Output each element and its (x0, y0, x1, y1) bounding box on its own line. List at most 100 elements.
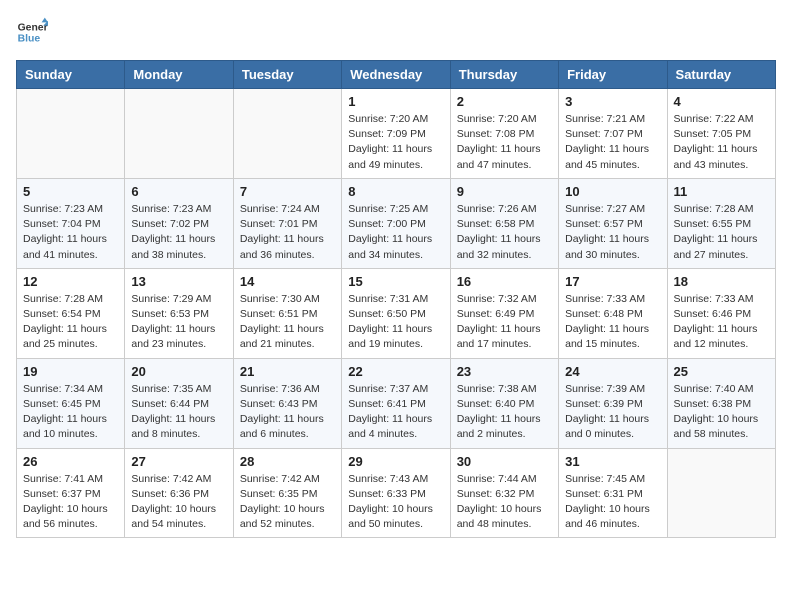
day-info: Sunrise: 7:42 AM Sunset: 6:36 PM Dayligh… (131, 472, 226, 533)
weekday-header-friday: Friday (559, 61, 667, 89)
day-number: 2 (457, 94, 552, 109)
page-header: General Blue (16, 16, 776, 48)
day-number: 22 (348, 364, 443, 379)
day-info: Sunrise: 7:32 AM Sunset: 6:49 PM Dayligh… (457, 292, 552, 353)
day-number: 11 (674, 184, 769, 199)
day-number: 21 (240, 364, 335, 379)
day-number: 20 (131, 364, 226, 379)
day-info: Sunrise: 7:22 AM Sunset: 7:05 PM Dayligh… (674, 112, 769, 173)
calendar-cell: 13 Sunrise: 7:29 AM Sunset: 6:53 PM Dayli… (125, 268, 233, 358)
day-number: 26 (23, 454, 118, 469)
calendar-cell: 12 Sunrise: 7:28 AM Sunset: 6:54 PM Dayli… (17, 268, 125, 358)
calendar-week-row: 19Sunrise: 7:34 AM Sunset: 6:45 PM Dayli… (17, 358, 776, 448)
calendar-cell: 15Sunrise: 7:31 AM Sunset: 6:50 PM Dayli… (342, 268, 450, 358)
calendar-cell: 23 Sunrise: 7:38 AM Sunset: 6:40 PM Dayli… (450, 358, 558, 448)
day-number: 30 (457, 454, 552, 469)
weekday-header-thursday: Thursday (450, 61, 558, 89)
day-info: Sunrise: 7:35 AM Sunset: 6:44 PM Dayligh… (131, 382, 226, 443)
weekday-header-sunday: Sunday (17, 61, 125, 89)
day-info: Sunrise: 7:37 AM Sunset: 6:41 PM Dayligh… (348, 382, 443, 443)
calendar-cell (17, 89, 125, 179)
weekday-header-wednesday: Wednesday (342, 61, 450, 89)
day-info: Sunrise: 7:30 AM Sunset: 6:51 PM Dayligh… (240, 292, 335, 353)
calendar-cell: 2 Sunrise: 7:20 AM Sunset: 7:08 PM Daylig… (450, 89, 558, 179)
day-info: Sunrise: 7:20 AM Sunset: 7:08 PM Dayligh… (457, 112, 552, 173)
weekday-header-monday: Monday (125, 61, 233, 89)
day-info: Sunrise: 7:43 AM Sunset: 6:33 PM Dayligh… (348, 472, 443, 533)
logo: General Blue (16, 16, 48, 48)
calendar-cell: 10 Sunrise: 7:27 AM Sunset: 6:57 PM Dayli… (559, 178, 667, 268)
day-info: Sunrise: 7:33 AM Sunset: 6:46 PM Dayligh… (674, 292, 769, 353)
calendar-week-row: 5 Sunrise: 7:23 AM Sunset: 7:04 PM Daylig… (17, 178, 776, 268)
calendar-cell: 3 Sunrise: 7:21 AM Sunset: 7:07 PM Daylig… (559, 89, 667, 179)
calendar-week-row: 26Sunrise: 7:41 AM Sunset: 6:37 PM Dayli… (17, 448, 776, 538)
calendar-cell: 25Sunrise: 7:40 AM Sunset: 6:38 PM Dayli… (667, 358, 775, 448)
day-number: 3 (565, 94, 660, 109)
calendar-cell: 18 Sunrise: 7:33 AM Sunset: 6:46 PM Dayli… (667, 268, 775, 358)
day-number: 12 (23, 274, 118, 289)
calendar-week-row: 1 Sunrise: 7:20 AM Sunset: 7:09 PM Daylig… (17, 89, 776, 179)
calendar-cell: 20 Sunrise: 7:35 AM Sunset: 6:44 PM Dayli… (125, 358, 233, 448)
day-info: Sunrise: 7:27 AM Sunset: 6:57 PM Dayligh… (565, 202, 660, 263)
day-info: Sunrise: 7:23 AM Sunset: 7:02 PM Dayligh… (131, 202, 226, 263)
day-info: Sunrise: 7:34 AM Sunset: 6:45 PM Dayligh… (23, 382, 118, 443)
calendar-cell: 29 Sunrise: 7:43 AM Sunset: 6:33 PM Dayli… (342, 448, 450, 538)
calendar-cell: 28 Sunrise: 7:42 AM Sunset: 6:35 PM Dayli… (233, 448, 341, 538)
day-info: Sunrise: 7:36 AM Sunset: 6:43 PM Dayligh… (240, 382, 335, 443)
calendar-cell: 1 Sunrise: 7:20 AM Sunset: 7:09 PM Daylig… (342, 89, 450, 179)
day-info: Sunrise: 7:42 AM Sunset: 6:35 PM Dayligh… (240, 472, 335, 533)
calendar-cell (667, 448, 775, 538)
day-number: 5 (23, 184, 118, 199)
day-number: 16 (457, 274, 552, 289)
weekday-header-tuesday: Tuesday (233, 61, 341, 89)
day-number: 23 (457, 364, 552, 379)
day-info: Sunrise: 7:28 AM Sunset: 6:55 PM Dayligh… (674, 202, 769, 263)
calendar-cell: 31Sunrise: 7:45 AM Sunset: 6:31 PM Dayli… (559, 448, 667, 538)
day-number: 28 (240, 454, 335, 469)
day-info: Sunrise: 7:23 AM Sunset: 7:04 PM Dayligh… (23, 202, 118, 263)
day-info: Sunrise: 7:38 AM Sunset: 6:40 PM Dayligh… (457, 382, 552, 443)
calendar-cell: 17Sunrise: 7:33 AM Sunset: 6:48 PM Dayli… (559, 268, 667, 358)
day-number: 13 (131, 274, 226, 289)
calendar-cell: 19Sunrise: 7:34 AM Sunset: 6:45 PM Dayli… (17, 358, 125, 448)
calendar-table: SundayMondayTuesdayWednesdayThursdayFrid… (16, 60, 776, 538)
weekday-header-row: SundayMondayTuesdayWednesdayThursdayFrid… (17, 61, 776, 89)
calendar-cell: 4Sunrise: 7:22 AM Sunset: 7:05 PM Daylig… (667, 89, 775, 179)
calendar-cell: 9 Sunrise: 7:26 AM Sunset: 6:58 PM Daylig… (450, 178, 558, 268)
calendar-cell: 30 Sunrise: 7:44 AM Sunset: 6:32 PM Dayli… (450, 448, 558, 538)
svg-text:General: General (18, 22, 48, 33)
calendar-cell: 6 Sunrise: 7:23 AM Sunset: 7:02 PM Daylig… (125, 178, 233, 268)
day-number: 18 (674, 274, 769, 289)
calendar-cell: 11 Sunrise: 7:28 AM Sunset: 6:55 PM Dayli… (667, 178, 775, 268)
calendar-cell: 27Sunrise: 7:42 AM Sunset: 6:36 PM Dayli… (125, 448, 233, 538)
day-info: Sunrise: 7:44 AM Sunset: 6:32 PM Dayligh… (457, 472, 552, 533)
day-info: Sunrise: 7:33 AM Sunset: 6:48 PM Dayligh… (565, 292, 660, 353)
day-info: Sunrise: 7:26 AM Sunset: 6:58 PM Dayligh… (457, 202, 552, 263)
day-number: 6 (131, 184, 226, 199)
day-number: 29 (348, 454, 443, 469)
calendar-cell: 7Sunrise: 7:24 AM Sunset: 7:01 PM Daylig… (233, 178, 341, 268)
day-info: Sunrise: 7:25 AM Sunset: 7:00 PM Dayligh… (348, 202, 443, 263)
day-info: Sunrise: 7:20 AM Sunset: 7:09 PM Dayligh… (348, 112, 443, 173)
calendar-cell: 24Sunrise: 7:39 AM Sunset: 6:39 PM Dayli… (559, 358, 667, 448)
svg-text:Blue: Blue (18, 34, 41, 45)
day-number: 1 (348, 94, 443, 109)
day-number: 10 (565, 184, 660, 199)
day-info: Sunrise: 7:29 AM Sunset: 6:53 PM Dayligh… (131, 292, 226, 353)
day-number: 9 (457, 184, 552, 199)
calendar-cell: 8Sunrise: 7:25 AM Sunset: 7:00 PM Daylig… (342, 178, 450, 268)
weekday-header-saturday: Saturday (667, 61, 775, 89)
day-info: Sunrise: 7:31 AM Sunset: 6:50 PM Dayligh… (348, 292, 443, 353)
calendar-cell: 26Sunrise: 7:41 AM Sunset: 6:37 PM Dayli… (17, 448, 125, 538)
day-info: Sunrise: 7:28 AM Sunset: 6:54 PM Dayligh… (23, 292, 118, 353)
calendar-cell (233, 89, 341, 179)
day-info: Sunrise: 7:21 AM Sunset: 7:07 PM Dayligh… (565, 112, 660, 173)
calendar-cell (125, 89, 233, 179)
calendar-cell: 22 Sunrise: 7:37 AM Sunset: 6:41 PM Dayli… (342, 358, 450, 448)
logo-icon: General Blue (16, 16, 48, 48)
day-info: Sunrise: 7:40 AM Sunset: 6:38 PM Dayligh… (674, 382, 769, 443)
calendar-cell: 21 Sunrise: 7:36 AM Sunset: 6:43 PM Dayli… (233, 358, 341, 448)
day-number: 7 (240, 184, 335, 199)
day-number: 24 (565, 364, 660, 379)
calendar-cell: 5 Sunrise: 7:23 AM Sunset: 7:04 PM Daylig… (17, 178, 125, 268)
